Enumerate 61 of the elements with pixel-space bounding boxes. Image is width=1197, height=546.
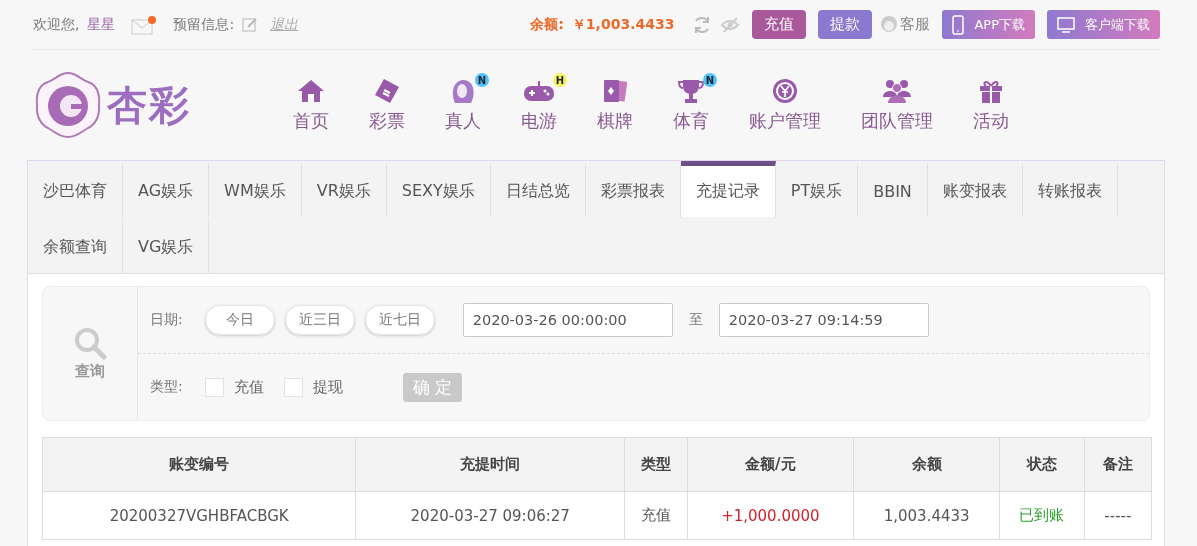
- cards-icon: [602, 78, 628, 104]
- type-option-label[interactable]: 充值: [233, 377, 264, 397]
- greeting-text: 欢迎您,: [33, 15, 80, 34]
- search-label: 查询: [75, 362, 105, 381]
- table-cell: 已到账: [999, 491, 1085, 540]
- gamepad-icon: [523, 80, 555, 102]
- search-icon[interactable]: [73, 326, 107, 360]
- report-tab[interactable]: 充提记录: [680, 161, 776, 217]
- date-label: 日期:: [150, 311, 183, 329]
- column-header: 状态: [999, 437, 1085, 492]
- column-header: 备注: [1084, 437, 1152, 492]
- ticket-icon: [374, 78, 400, 104]
- quick-date-button[interactable]: 今日: [204, 305, 275, 335]
- house-icon: [297, 79, 325, 103]
- type-checkbox[interactable]: [204, 377, 224, 397]
- column-header: 类型: [624, 437, 688, 492]
- nav-item[interactable]: 账户管理: [729, 77, 841, 133]
- username-link[interactable]: 星星: [87, 15, 116, 34]
- end-date-field[interactable]: 2020-03-27 09:14:59: [718, 303, 929, 337]
- table-cell: 20200327VGHBFACBGK: [42, 491, 356, 540]
- nav-badge: H: [553, 73, 567, 87]
- nav-item[interactable]: 彩票: [349, 77, 425, 133]
- column-header: 充提时间: [355, 437, 625, 492]
- balance-amount: ￥1,003.4433: [571, 15, 675, 34]
- nav-badge: N: [703, 73, 717, 87]
- table-cell: +1,000.0000: [687, 491, 854, 540]
- table-cell: 2020-03-27 09:06:27: [355, 491, 625, 540]
- nav-badge: N: [475, 73, 489, 87]
- yen-coin-icon: [772, 78, 798, 104]
- edit-icon[interactable]: [242, 16, 259, 33]
- column-header: 余额: [853, 437, 1000, 492]
- service-avatar-icon[interactable]: [880, 14, 899, 35]
- team-icon: [882, 79, 912, 103]
- nav-item[interactable]: 棋牌: [577, 77, 653, 133]
- start-date-field[interactable]: 2020-03-26 00:00:00: [462, 303, 673, 337]
- to-label: 至: [688, 311, 703, 329]
- nav-item[interactable]: 团队管理: [841, 77, 953, 133]
- type-label: 类型:: [150, 378, 183, 396]
- nav-item[interactable]: 活动: [953, 77, 1029, 133]
- type-checkbox[interactable]: [283, 377, 303, 397]
- note-label: 预留信息:: [173, 15, 235, 34]
- table-cell: 充值: [624, 491, 688, 540]
- table-cell: 1,003.4433: [853, 491, 1000, 540]
- deposit-button[interactable]: 充值: [752, 10, 807, 39]
- column-header: 账变编号: [42, 437, 356, 492]
- table-cell: -----: [1084, 491, 1152, 540]
- gift-icon: [978, 78, 1004, 104]
- trophy-icon: [677, 78, 705, 104]
- monitor-icon: [1057, 16, 1075, 33]
- withdraw-button[interactable]: 提款: [818, 10, 873, 39]
- phone-icon: [952, 14, 965, 35]
- column-header: 金额/元: [687, 437, 854, 492]
- type-option-label[interactable]: 提现: [312, 377, 343, 397]
- mail-icon[interactable]: [131, 14, 158, 35]
- quick-date-button[interactable]: 近七日: [364, 305, 435, 335]
- customer-service-link[interactable]: 客服: [900, 15, 931, 34]
- logo-text: 杏彩: [107, 80, 191, 130]
- quick-date-button[interactable]: 近三日: [284, 305, 355, 335]
- balance-label: 余额:: [530, 15, 564, 34]
- nav-item[interactable]: 首页: [273, 77, 349, 133]
- logo-emblem-icon: [33, 70, 103, 140]
